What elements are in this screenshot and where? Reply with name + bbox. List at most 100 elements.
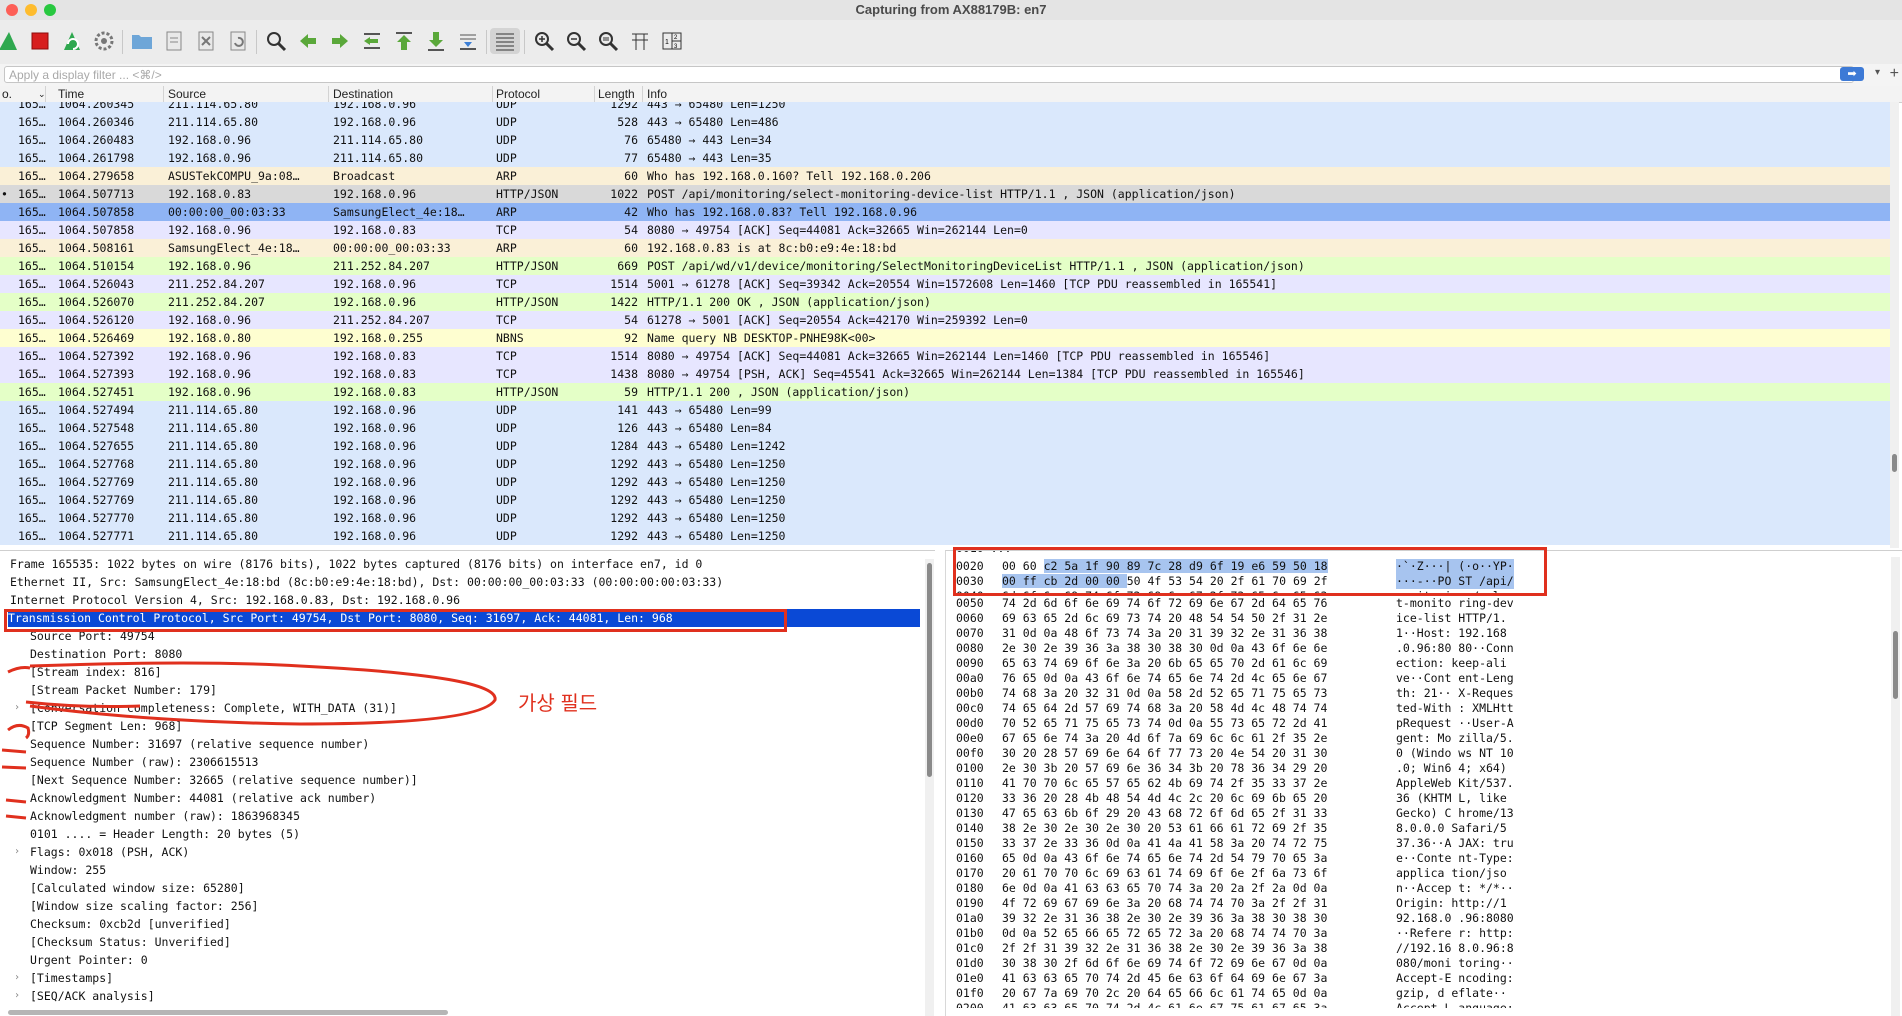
packet-row[interactable]: 165… 1064.527769 211.114.65.80 192.168.0.96…	[0, 491, 1890, 509]
column-header-info[interactable]: Info	[647, 86, 667, 102]
packet-row[interactable]: 165… 1064.279658 ASUSTekCOMPU_9a:08… Broadc…	[0, 167, 1890, 185]
hex-row[interactable]: 01d0 30 38 30 2f 6d 6f 6e 69 74 6f 72 69 …	[956, 956, 1886, 971]
hex-row[interactable]: 00a0 76 65 0d 0a 43 6f 6e 74 65 6e 74 2d …	[956, 671, 1886, 686]
detail-row[interactable]: Frame 165535: 1022 bytes on wire (8176 b…	[10, 555, 702, 573]
packet-list-scrollbar-thumb[interactable]	[1892, 454, 1897, 472]
go-back-button[interactable]	[294, 28, 322, 54]
save-file-button[interactable]	[160, 28, 188, 54]
hex-row[interactable]: 01e0 41 63 63 65 70 74 2d 45 6e 63 6f 64 …	[956, 971, 1886, 986]
hex-row[interactable]: 0160 65 0d 0a 43 6f 6e 74 65 6e 74 2d 54 …	[956, 851, 1886, 866]
packet-row[interactable]: 165… 1064.527451 192.168.0.96 192.168.0.83 H…	[0, 383, 1890, 401]
reload-file-button[interactable]	[224, 28, 252, 54]
hex-row[interactable]: 0080 2e 30 2e 39 36 3a 38 30 38 30 0d 0a …	[956, 641, 1886, 656]
packet-row[interactable]: 165… 1064.507858 192.168.0.96 192.168.0.83 T…	[0, 221, 1890, 239]
chevron-right-icon[interactable]: ›	[14, 987, 20, 1005]
detail-row[interactable]: Internet Protocol Version 4, Src: 192.16…	[10, 591, 460, 609]
chevron-right-icon[interactable]: ›	[14, 843, 20, 861]
find-packet-button[interactable]	[262, 28, 290, 54]
packet-row[interactable]: 165… 1064.260346 211.114.65.80 192.168.0.96…	[0, 113, 1890, 131]
column-header-protocol[interactable]: Protocol	[496, 86, 540, 102]
packet-row[interactable]: 165… 1064.527655 211.114.65.80 192.168.0.96…	[0, 437, 1890, 455]
packet-row[interactable]: 165… 1064.526070 211.252.84.207 192.168.0.9…	[0, 293, 1890, 311]
packet-row[interactable]: 165… 1064.527771 211.114.65.80 192.168.0.96…	[0, 527, 1890, 545]
hex-row[interactable]: 0100 2e 30 3b 20 57 69 6e 36 34 3b 20 78 …	[956, 761, 1886, 776]
autoscroll-button[interactable]	[454, 28, 482, 54]
hex-row[interactable]: 0090 65 63 74 69 6f 6e 3a 20 6b 65 65 70 …	[956, 656, 1886, 671]
stop-capture-button[interactable]	[26, 28, 54, 54]
details-hscrollbar[interactable]	[8, 1010, 448, 1015]
packet-row[interactable]: 165… 1064.526120 192.168.0.96 211.252.84.20…	[0, 311, 1890, 329]
packet-row[interactable]: 165… 1064.527392 192.168.0.96 192.168.0.83 T…	[0, 347, 1890, 365]
packet-row[interactable]: 165… 1064.527768 211.114.65.80 192.168.0.96…	[0, 455, 1890, 473]
packet-list-scrollbar[interactable]	[1890, 102, 1899, 548]
hex-row[interactable]: 00c0 74 65 64 2d 57 69 74 68 3a 20 58 4d …	[956, 701, 1886, 716]
resize-columns-button[interactable]	[626, 28, 654, 54]
start-capture-button[interactable]	[0, 28, 22, 54]
bytes-scrollbar-thumb[interactable]	[1893, 631, 1898, 699]
detail-row[interactable]: Ethernet II, Src: SamsungElect_4e:18:bd …	[10, 573, 723, 591]
zoom-in-button[interactable]	[530, 28, 558, 54]
detail-row[interactable]: › Flags: 0x018 (PSH, ACK)	[14, 843, 189, 861]
hex-row[interactable]: 00e0 67 65 6e 74 3a 20 4d 6f 7a 69 6c 6c …	[956, 731, 1886, 746]
hex-row[interactable]: 0050 74 2d 6d 6f 6e 69 74 6f 72 69 6e 67 …	[956, 596, 1886, 611]
packet-row[interactable]: 165… 1064.507713 192.168.0.83 192.168.0.96 H…	[0, 185, 1890, 203]
detail-row[interactable]: › [Timestamps]	[14, 969, 113, 987]
bytes-scrollbar[interactable]	[1891, 557, 1900, 1016]
restart-capture-button[interactable]	[58, 28, 86, 54]
detail-row[interactable]: › [SEQ/ACK analysis]	[14, 987, 155, 1005]
packet-row[interactable]: 165… 1064.260483 192.168.0.96 211.114.65.80…	[0, 131, 1890, 149]
column-header-time[interactable]: Time	[58, 86, 84, 102]
packet-row[interactable]: 165… 1064.508161 SamsungElect_4e:18… 00:00:…	[0, 239, 1890, 257]
column-header-source[interactable]: Source	[168, 86, 206, 102]
packet-row[interactable]: 165… 1064.526043 211.252.84.207 192.168.0.9…	[0, 275, 1890, 293]
packet-row[interactable]: 165… 1064.527769 211.114.65.80 192.168.0.96…	[0, 473, 1890, 491]
add-filter-button[interactable]: +	[1890, 65, 1899, 83]
go-to-packet-button[interactable]	[358, 28, 386, 54]
detail-row[interactable]: Checksum: 0xcb2d [unverified]	[30, 915, 231, 933]
packet-row[interactable]: 165… 1064.526469 192.168.0.80 192.168.0.255…	[0, 329, 1890, 347]
details-scrollbar-thumb[interactable]	[927, 563, 932, 777]
capture-options-button[interactable]	[90, 28, 118, 54]
hex-row[interactable]: 0070 31 0d 0a 48 6f 73 74 3a 20 31 39 32 …	[956, 626, 1886, 641]
hex-row[interactable]: 00d0 70 52 65 71 75 65 73 74 0d 0a 55 73 …	[956, 716, 1886, 731]
display-filter-input[interactable]: Apply a display filter ... <⌘/>	[4, 66, 1854, 83]
detail-row[interactable]: [Calculated window size: 65280]	[30, 879, 245, 897]
detail-row[interactable]: [Checksum Status: Unverified]	[30, 933, 231, 951]
details-scrollbar[interactable]	[925, 559, 934, 1016]
detail-row[interactable]: Window: 255	[30, 861, 106, 879]
packet-row[interactable]: 165… 1064.527770 211.114.65.80 192.168.0.96…	[0, 509, 1890, 527]
apply-filter-button[interactable]: ➡	[1840, 67, 1864, 81]
packet-row[interactable]: 165… 1064.527494 211.114.65.80 192.168.0.96…	[0, 401, 1890, 419]
go-forward-button[interactable]	[326, 28, 354, 54]
hex-row[interactable]: 0150 33 37 2e 33 36 0d 0a 41 4a 41 58 3a …	[956, 836, 1886, 851]
hex-row[interactable]: 0060 69 63 65 2d 6c 69 73 74 20 48 54 54 …	[956, 611, 1886, 626]
hex-row[interactable]: 0110 41 70 70 6c 65 57 65 62 4b 69 74 2f …	[956, 776, 1886, 791]
close-file-button[interactable]	[192, 28, 220, 54]
hex-row[interactable]: 01c0 2f 2f 31 39 32 2e 31 36 38 2e 30 2e …	[956, 941, 1886, 956]
hex-row[interactable]: 01f0 20 67 7a 69 70 2c 20 64 65 66 6c 61 …	[956, 986, 1886, 1001]
column-header-length[interactable]: Length	[598, 86, 635, 102]
detail-row[interactable]: [Window size scaling factor: 256]	[30, 897, 258, 915]
hex-row[interactable]: 0200 41 63 63 65 70 74 2d 4c 61 6e 67 75 …	[956, 1001, 1886, 1008]
go-first-button[interactable]	[390, 28, 418, 54]
packet-row[interactable]: 165… 1064.261798 192.168.0.96 211.114.65.80…	[0, 149, 1890, 167]
packet-row[interactable]: 165… 1064.510154 192.168.0.96 211.252.84.20…	[0, 257, 1890, 275]
column-header-no[interactable]: o.	[2, 86, 12, 102]
hex-row[interactable]: 0120 33 36 20 28 4b 48 54 4d 4c 2c 20 6c …	[956, 791, 1886, 806]
hex-row[interactable]: 0140 38 2e 30 2e 30 2e 30 20 53 61 66 61 …	[956, 821, 1886, 836]
hex-row[interactable]: 0180 6e 0d 0a 41 63 63 65 70 74 3a 20 2a …	[956, 881, 1886, 896]
detail-row[interactable]: Urgent Pointer: 0	[30, 951, 148, 969]
filter-history-dropdown[interactable]: ▾	[1875, 67, 1880, 78]
open-file-button[interactable]	[128, 28, 156, 54]
hex-row[interactable]: 0190 4f 72 69 67 69 6e 3a 20 68 74 74 70 …	[956, 896, 1886, 911]
go-last-button[interactable]	[422, 28, 450, 54]
layout-button[interactable]: 123	[658, 28, 686, 54]
packet-row[interactable]: 165… 1064.507858 00:00:00_00:03:33 SamsungE…	[0, 203, 1890, 221]
chevron-right-icon[interactable]: ›	[14, 969, 20, 987]
hex-row[interactable]: 0130 47 65 63 6b 6f 29 20 43 68 72 6f 6d …	[956, 806, 1886, 821]
hex-row[interactable]: 0170 20 61 70 70 6c 69 63 61 74 69 6f 6e …	[956, 866, 1886, 881]
hex-row[interactable]: 01a0 39 32 2e 31 36 38 2e 30 2e 39 36 3a …	[956, 911, 1886, 926]
packet-row[interactable]: 165… 1064.260345 211.114.65.80 192.168.0.96…	[0, 102, 1890, 113]
hex-row[interactable]: 00b0 74 68 3a 20 32 31 0d 0a 58 2d 52 65 …	[956, 686, 1886, 701]
packet-row[interactable]: 165… 1064.527393 192.168.0.96 192.168.0.83 T…	[0, 365, 1890, 383]
